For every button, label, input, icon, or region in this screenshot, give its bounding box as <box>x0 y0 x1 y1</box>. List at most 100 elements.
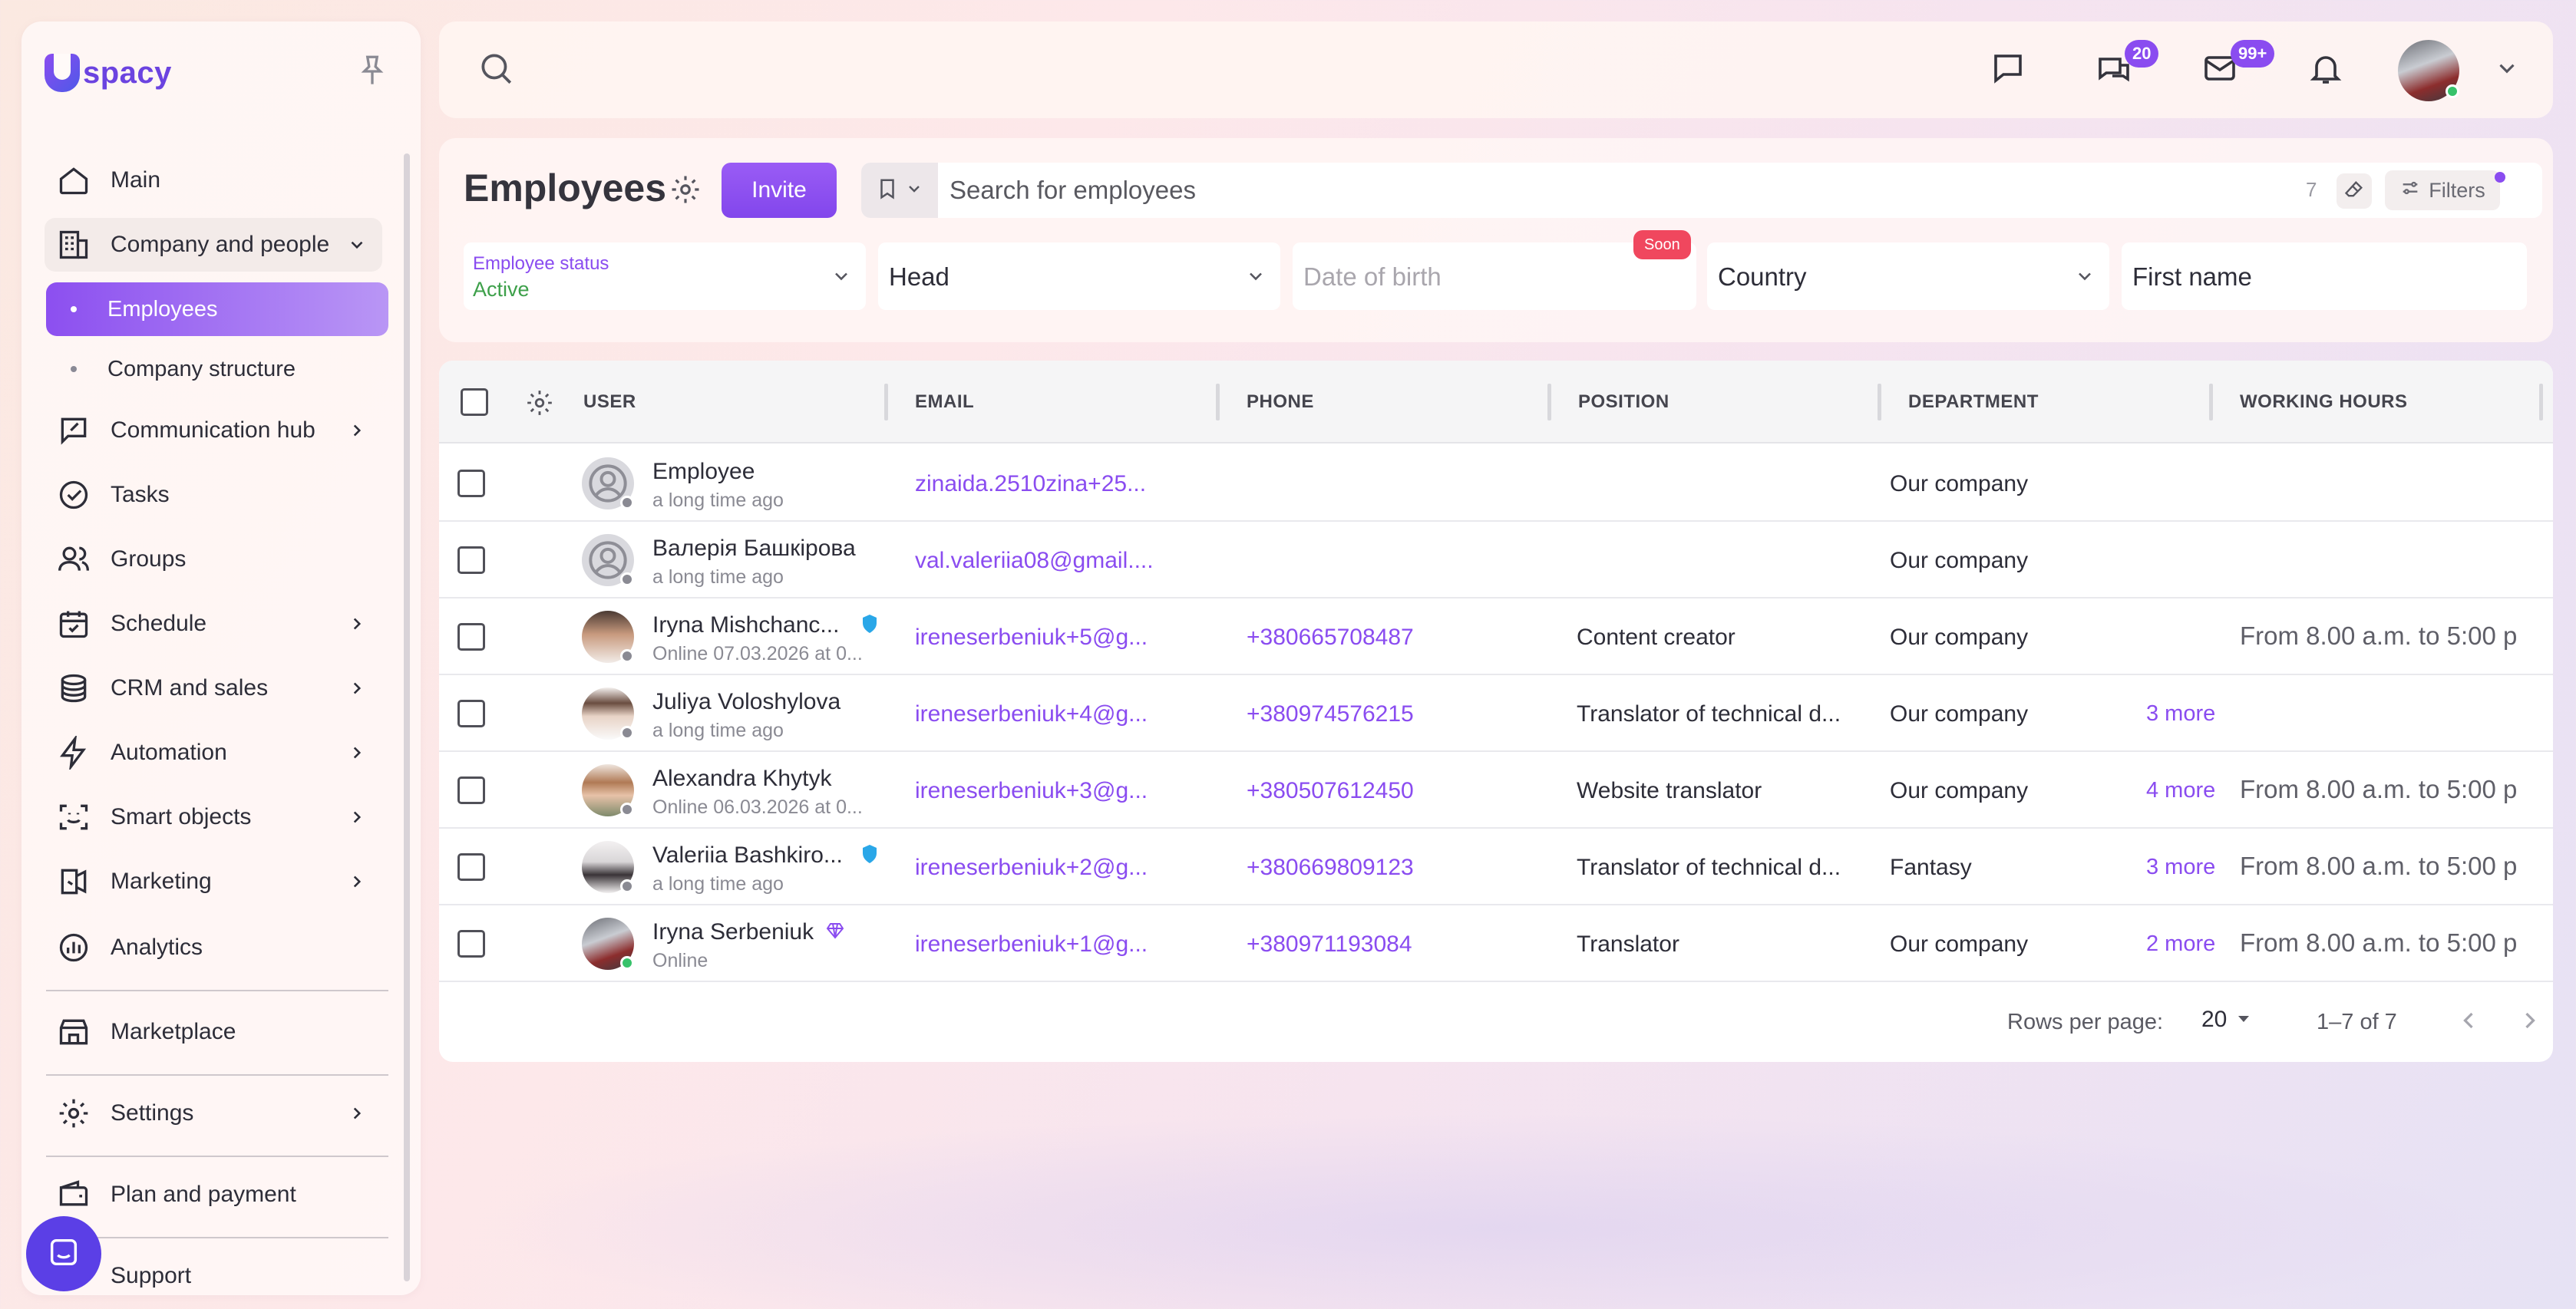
sidebar-divider <box>46 1156 388 1157</box>
table-row[interactable]: Валерія Башкірова a long time ago val.va… <box>439 522 2553 598</box>
sidebar-item-smart-objects[interactable]: Smart objects <box>45 790 382 844</box>
column-resize-handle[interactable] <box>2539 384 2543 420</box>
sidebar-item-company-and-people[interactable]: Company and people <box>45 218 382 272</box>
user-status: a long time ago <box>652 720 784 741</box>
more-departments-link[interactable]: 2 more <box>2146 931 2215 957</box>
user-name[interactable]: Iryna Mishchanc... <box>652 612 839 638</box>
table-row[interactable]: Valeriia Bashkiro... a long time ago ire… <box>439 829 2553 905</box>
email-link[interactable]: zinaida.2510zina+25... <box>915 471 1146 497</box>
filters-active-dot <box>2495 172 2505 183</box>
sidebar-item-schedule[interactable]: Schedule <box>45 597 382 651</box>
email-link[interactable]: val.valeriia08@gmail.... <box>915 548 1154 574</box>
people-icon <box>55 541 92 578</box>
column-header-user[interactable]: USER <box>583 391 636 413</box>
caret-down-icon <box>2234 1009 2253 1031</box>
row-checkbox[interactable] <box>457 853 485 881</box>
phone-link[interactable]: +380971193084 <box>1247 931 1412 958</box>
sidebar-item-crm-and-sales[interactable]: CRM and sales <box>45 661 382 715</box>
table-row[interactable]: Employee a long time ago zinaida.2510zin… <box>439 445 2553 522</box>
email-link[interactable]: ireneserbeniuk+1@g... <box>915 931 1148 958</box>
table-row[interactable]: Juliya Voloshylova a long time ago irene… <box>439 675 2553 752</box>
invite-button[interactable]: Invite <box>722 163 837 218</box>
column-header-department[interactable]: DEPARTMENT <box>1908 391 2039 413</box>
department-cell: Our company <box>1890 471 2029 496</box>
search-icon[interactable] <box>473 45 519 91</box>
table-header: USER EMAIL PHONE POSITION DEPARTMENT WOR… <box>439 361 2553 443</box>
more-departments-link[interactable]: 3 more <box>2146 701 2215 727</box>
position-cell: Content creator <box>1577 625 1735 650</box>
user-name[interactable]: Alexandra Khytyk <box>652 766 831 792</box>
sidebar-item-plan-and-payment[interactable]: Plan and payment <box>45 1168 382 1222</box>
column-resize-handle[interactable] <box>1547 384 1551 420</box>
sidebar-item-analytics[interactable]: Analytics <box>45 921 382 974</box>
row-checkbox[interactable] <box>457 700 485 727</box>
email-link[interactable]: ireneserbeniuk+2@g... <box>915 855 1148 881</box>
clear-filters-button[interactable] <box>2337 173 2372 209</box>
chevron-down-icon[interactable] <box>2484 45 2530 91</box>
previous-page-icon[interactable] <box>2455 1007 2485 1037</box>
user-name[interactable]: Valeriia Bashkiro... <box>652 842 843 869</box>
country-filter[interactable]: Country <box>1707 242 2109 310</box>
table-row[interactable]: Alexandra Khytyk Online 06.03.2026 at 0.… <box>439 752 2553 829</box>
column-header-working-hours[interactable]: WORKING HOURS <box>2240 391 2408 413</box>
table-row[interactable]: Iryna Serbeniuk Online ireneserbeniuk+1@… <box>439 905 2553 982</box>
user-name[interactable]: Iryna Serbeniuk <box>652 919 814 945</box>
row-checkbox[interactable] <box>457 470 485 497</box>
more-departments-link[interactable]: 3 more <box>2146 855 2215 880</box>
bell-icon[interactable] <box>2303 45 2349 91</box>
column-resize-handle[interactable] <box>1878 384 1881 420</box>
sidebar-item-marketplace[interactable]: Marketplace <box>45 1005 382 1059</box>
sidebar-item-settings[interactable]: Settings <box>45 1086 382 1140</box>
user-name[interactable]: Валерія Башкірова <box>652 536 856 562</box>
sidebar-item-employees[interactable]: Employees <box>46 282 388 336</box>
phone-link[interactable]: +380974576215 <box>1247 701 1414 727</box>
row-checkbox[interactable] <box>457 776 485 804</box>
sidebar-item-main[interactable]: Main <box>45 153 382 207</box>
email-link[interactable]: ireneserbeniuk+3@g... <box>915 778 1148 804</box>
phone-link[interactable]: +380665708487 <box>1247 625 1414 651</box>
logo[interactable]: spacy <box>45 51 172 95</box>
search-input[interactable] <box>949 173 2254 207</box>
saved-filters-button[interactable] <box>861 163 938 218</box>
sidebar-item-groups[interactable]: Groups <box>45 533 382 586</box>
filters-button[interactable]: Filters <box>2385 170 2500 210</box>
table-row[interactable]: Iryna Mishchanc... Online 07.03.2026 at … <box>439 598 2553 675</box>
first-name-filter[interactable]: First name <box>2122 242 2527 310</box>
sidebar-item-company-structure[interactable]: Company structure <box>46 342 388 396</box>
top-bar: 20 99+ <box>439 21 2553 118</box>
support-chat-button[interactable] <box>26 1216 101 1291</box>
column-resize-handle[interactable] <box>2209 384 2213 420</box>
rows-per-page-select[interactable]: 20 <box>2201 1007 2253 1033</box>
message-icon[interactable] <box>1985 45 2031 91</box>
column-resize-handle[interactable] <box>884 384 888 420</box>
building-icon <box>55 226 92 263</box>
phone-link[interactable]: +380669809123 <box>1247 855 1414 881</box>
sidebar-item-communication-hub[interactable]: Communication hub <box>45 404 382 457</box>
column-header-email[interactable]: EMAIL <box>915 391 974 413</box>
employee-status-filter[interactable]: Employee status Active <box>464 242 866 310</box>
department-cell: Our company <box>1890 625 2029 650</box>
next-page-icon[interactable] <box>2516 1007 2547 1037</box>
column-settings-gear-icon[interactable] <box>525 388 556 419</box>
row-checkbox[interactable] <box>457 623 485 651</box>
sidebar-item-tasks[interactable]: Tasks <box>45 468 382 522</box>
head-filter[interactable]: Head <box>878 242 1280 310</box>
column-header-position[interactable]: POSITION <box>1578 391 1669 413</box>
column-header-phone[interactable]: PHONE <box>1247 391 1314 413</box>
column-resize-handle[interactable] <box>1216 384 1220 420</box>
sidebar-item-marketing[interactable]: Marketing <box>45 855 382 908</box>
settings-gear-icon[interactable] <box>669 173 702 206</box>
user-name[interactable]: Employee <box>652 459 755 485</box>
phone-link[interactable]: +380507612450 <box>1247 778 1414 804</box>
pin-icon[interactable] <box>353 52 391 91</box>
sidebar-item-automation[interactable]: Automation <box>45 726 382 780</box>
more-departments-link[interactable]: 4 more <box>2146 778 2215 803</box>
email-link[interactable]: ireneserbeniuk+4@g... <box>915 701 1148 727</box>
email-link[interactable]: ireneserbeniuk+5@g... <box>915 625 1148 651</box>
row-checkbox[interactable] <box>457 930 485 958</box>
user-name[interactable]: Juliya Voloshylova <box>652 689 841 715</box>
row-checkbox[interactable] <box>457 546 485 574</box>
sidebar-scrollbar[interactable] <box>404 153 410 1281</box>
pagination-range: 1–7 of 7 <box>2317 1010 2397 1034</box>
select-all-checkbox[interactable] <box>461 388 488 416</box>
